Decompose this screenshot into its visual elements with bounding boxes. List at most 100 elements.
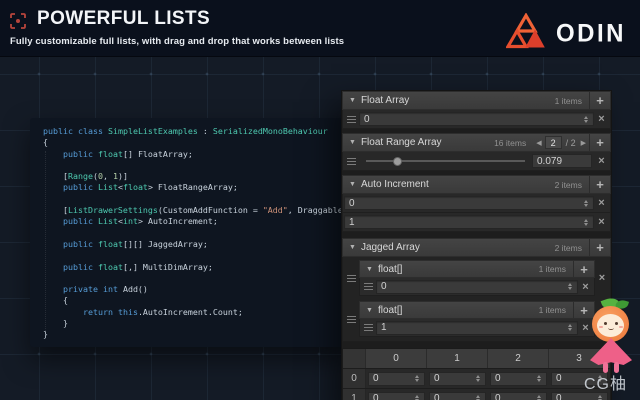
list-header-float-range-array[interactable]: ▼ Float Range Array 16 items ◀ 2 / 2 ▶ + xyxy=(342,133,611,152)
table-cell-field[interactable]: 0 xyxy=(429,392,486,400)
page-title: POWERFUL LISTS xyxy=(37,8,210,30)
foldout-icon[interactable]: ▼ xyxy=(349,244,356,251)
section-float-range-array: ▼ Float Range Array 16 items ◀ 2 / 2 ▶ +… xyxy=(342,133,611,171)
drag-handle[interactable] xyxy=(344,116,359,123)
list-title: Auto Increment xyxy=(361,179,429,190)
stepper[interactable] xyxy=(584,200,589,207)
stepper[interactable] xyxy=(537,395,542,400)
add-item-button[interactable]: + xyxy=(589,134,610,151)
prev-page-button[interactable]: ◀ xyxy=(536,139,541,147)
section-auto-increment: ▼ Auto Increment 2 items + 0 × 1 × xyxy=(342,175,611,232)
page-header: POWERFUL LISTS Fully customizable full l… xyxy=(0,0,640,57)
cell-value: 0 xyxy=(495,393,501,400)
value-field[interactable]: 0 xyxy=(344,196,594,210)
cell-value: 0 xyxy=(434,373,440,384)
value-field[interactable]: 0 xyxy=(376,280,578,294)
focus-target-icon xyxy=(10,13,26,29)
list-header-jagged-array[interactable]: ▼ Jagged Array 2 items + xyxy=(342,238,611,257)
item-count-badge: 1 items xyxy=(539,305,566,315)
code-line: } xyxy=(43,318,346,329)
code-line: { xyxy=(43,295,346,306)
code-line: private int Add() xyxy=(43,284,346,295)
table-cell-field[interactable]: 0 xyxy=(490,372,547,386)
foldout-icon[interactable]: ▼ xyxy=(366,307,373,314)
table-corner xyxy=(343,349,366,368)
stepper[interactable] xyxy=(584,116,589,123)
field-value: 0 xyxy=(364,114,370,125)
field-value: 0 xyxy=(381,281,387,292)
table-cell-field[interactable]: 0 xyxy=(429,372,486,386)
row-header: 1 xyxy=(343,389,366,400)
slider-value-field[interactable]: 0.079 xyxy=(532,154,592,168)
field-value: 1 xyxy=(349,217,355,228)
foldout-icon[interactable]: ▼ xyxy=(349,139,356,146)
list-title: Float Range Array xyxy=(361,137,442,148)
item-count-badge: 2 items xyxy=(555,180,582,190)
mascot-dress xyxy=(590,338,632,365)
nested-list-header[interactable]: ▼ float[] 1 items + xyxy=(359,301,595,319)
code-panel: public class SimpleListExamples : Serial… xyxy=(30,118,346,347)
indent-guide xyxy=(45,151,46,331)
value-field[interactable]: 1 xyxy=(376,321,578,335)
add-item-button[interactable]: + xyxy=(589,92,610,109)
stepper[interactable] xyxy=(415,395,420,400)
drag-handle[interactable] xyxy=(344,158,359,165)
list-item-row: 1 × xyxy=(342,213,611,232)
nested-list-title: float[] xyxy=(378,305,402,316)
drag-handle[interactable] xyxy=(361,283,376,290)
cell-value: 0 xyxy=(495,373,501,384)
list-item-row: 0 × xyxy=(359,278,595,296)
mascot-eye xyxy=(604,322,607,325)
foldout-icon[interactable]: ▼ xyxy=(349,97,356,104)
remove-item-button[interactable]: × xyxy=(594,197,609,209)
drag-handle[interactable] xyxy=(344,275,359,282)
stepper[interactable] xyxy=(568,283,573,290)
value-field[interactable]: 1 xyxy=(344,215,594,229)
table-row: 10000 xyxy=(343,388,610,400)
list-header-auto-increment[interactable]: ▼ Auto Increment 2 items + xyxy=(342,175,611,194)
page-number-field[interactable]: 2 xyxy=(545,136,562,149)
list-item-row: 0 × xyxy=(342,110,611,129)
item-count-badge: 2 items xyxy=(555,243,582,253)
add-item-button[interactable]: + xyxy=(589,239,610,256)
stepper[interactable] xyxy=(476,375,481,382)
foldout-icon[interactable]: ▼ xyxy=(349,181,356,188)
remove-item-button[interactable]: × xyxy=(594,216,609,228)
mascot-eye xyxy=(615,322,618,325)
jagged-item: ▼ float[] 1 items + 1 × xyxy=(344,301,609,337)
jagged-array-body: ▼ float[] 1 items + 0 × xyxy=(342,257,611,342)
list-item-row: 1 × xyxy=(359,319,595,337)
stepper[interactable] xyxy=(476,395,481,400)
field-value: 0 xyxy=(349,198,355,209)
mascot-cheek xyxy=(619,326,623,328)
brand-name: ODIN xyxy=(556,19,626,48)
code-line: public class SimpleListExamples : Serial… xyxy=(43,126,346,137)
table-cell-field[interactable]: 0 xyxy=(490,392,547,400)
foldout-icon[interactable]: ▼ xyxy=(366,266,373,273)
drag-handle[interactable] xyxy=(361,324,376,331)
remove-item-button[interactable]: × xyxy=(594,113,609,125)
remove-item-button[interactable]: × xyxy=(594,155,609,167)
next-page-button[interactable]: ▶ xyxy=(581,139,586,147)
stepper[interactable] xyxy=(537,375,542,382)
stepper[interactable] xyxy=(584,219,589,226)
stepper[interactable] xyxy=(568,324,573,331)
code-line xyxy=(43,194,346,205)
add-item-button[interactable]: + xyxy=(573,261,594,277)
drag-handle[interactable] xyxy=(344,316,359,323)
stepper[interactable] xyxy=(415,375,420,382)
table-cell-field[interactable]: 0 xyxy=(368,372,425,386)
add-item-button[interactable]: + xyxy=(589,176,610,193)
valknut-icon xyxy=(506,13,546,54)
nested-list-header[interactable]: ▼ float[] 1 items + xyxy=(359,260,595,278)
page-total-label: / 2 xyxy=(566,138,576,148)
range-slider[interactable] xyxy=(366,160,525,162)
list-header-float-array[interactable]: ▼ Float Array 1 items + xyxy=(342,91,611,110)
cell-value: 0 xyxy=(434,393,440,400)
remove-item-button[interactable]: × xyxy=(578,281,593,293)
remove-item-button[interactable]: × xyxy=(595,272,609,284)
screenshot-canvas: POWERFUL LISTS Fully customizable full l… xyxy=(0,0,640,400)
table-cell-field[interactable]: 0 xyxy=(368,392,425,400)
slider-knob[interactable] xyxy=(393,157,402,166)
value-field[interactable]: 0 xyxy=(359,112,594,126)
